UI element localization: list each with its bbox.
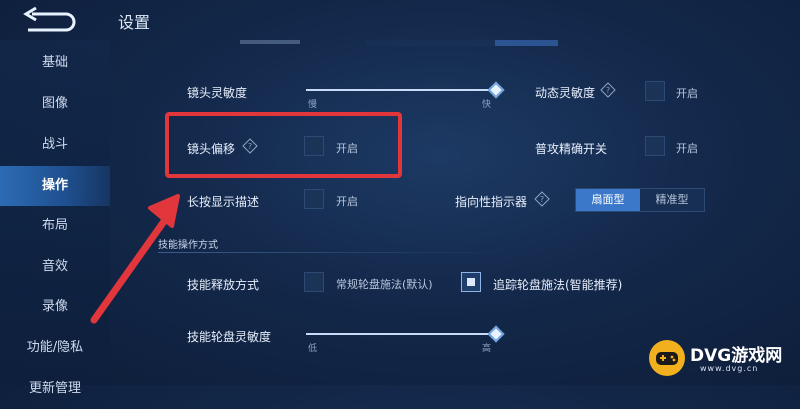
help-icon[interactable]: ? (600, 82, 616, 98)
camera-sensitivity-max: 快 (482, 100, 492, 110)
long-press-desc-text: 开启 (336, 195, 358, 208)
watermark-text: DVG游戏网 (690, 346, 783, 366)
skill-release-option2-checkbox[interactable] (461, 272, 481, 292)
dynamic-sensitivity-checkbox[interactable] (645, 81, 665, 101)
sidebar-item-update[interactable]: 更新管理 (0, 369, 110, 409)
svg-text:?: ? (540, 195, 544, 204)
skill-release-option1-text: 常规轮盘施法(默认) (336, 278, 433, 291)
sidebar-item-basic[interactable]: 基础 (0, 43, 110, 83)
settings-content: 镜头灵敏度 慢 快 动态灵敏度 ? 开启 镜头偏移 ? 开启 普攻精确开关 开启… (110, 40, 800, 385)
direction-indicator-label: 指向性指示器 (455, 195, 528, 209)
option-fan-button[interactable]: 扇面型 (576, 189, 640, 211)
page-title: 设置 (118, 13, 151, 32)
sidebar-item-privacy[interactable]: 功能/隐私 (0, 328, 110, 368)
skill-wheel-sensitivity-min: 低 (308, 344, 318, 354)
sidebar-item-graphics[interactable]: 图像 (0, 84, 110, 124)
precise-attack-checkbox[interactable] (645, 136, 665, 156)
precise-attack-label: 普攻精确开关 (535, 142, 608, 156)
sidebar-item-combat[interactable]: 战斗 (0, 125, 110, 165)
precise-attack-text: 开启 (676, 142, 698, 155)
camera-sensitivity-thumb[interactable] (487, 81, 505, 99)
camera-sensitivity-fill (306, 89, 496, 91)
section-divider (158, 252, 508, 253)
direction-indicator-toggle: 扇面型 精准型 (575, 188, 705, 212)
help-icon[interactable]: ? (534, 191, 550, 207)
svg-text:?: ? (606, 86, 610, 95)
long-press-desc-checkbox[interactable] (304, 189, 324, 209)
camera-sensitivity-min: 慢 (308, 100, 318, 110)
watermark: DVG游戏网 www.dvg.cn (640, 335, 800, 385)
gamepad-logo-icon (649, 340, 685, 376)
skill-wheel-sensitivity-thumb[interactable] (487, 325, 505, 343)
back-arrow-icon[interactable] (14, 6, 84, 36)
option-precise-button[interactable]: 精准型 (640, 189, 704, 211)
skill-wheel-sensitivity-fill (306, 333, 496, 335)
highlight-box (165, 112, 402, 178)
skill-release-label: 技能释放方式 (187, 278, 260, 292)
skill-wheel-sensitivity-max: 高 (482, 344, 492, 354)
camera-sensitivity-label: 镜头灵敏度 (187, 86, 248, 100)
long-press-desc-label: 长按显示描述 (187, 195, 260, 209)
skill-release-option1-checkbox[interactable] (304, 272, 324, 292)
skill-release-option2-text: 追踪轮盘施法(智能推荐) (493, 278, 623, 292)
dynamic-sensitivity-text: 开启 (676, 87, 698, 100)
watermark-url: www.dvg.cn (700, 364, 759, 373)
annotation-arrow-icon (90, 194, 180, 324)
partial-setting-row (240, 40, 558, 46)
skill-wheel-sensitivity-label: 技能轮盘灵敏度 (187, 330, 272, 344)
dynamic-sensitivity-label: 动态灵敏度 (535, 86, 596, 100)
